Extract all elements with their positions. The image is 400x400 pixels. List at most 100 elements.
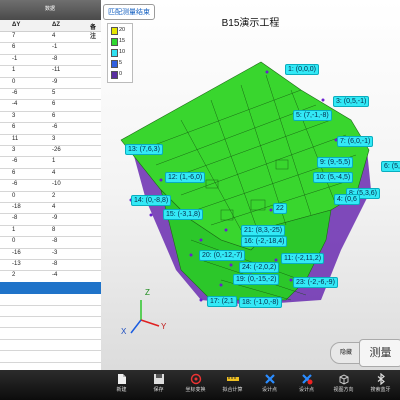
point-tag[interactable]: 12: (1,-6,0): [165, 172, 206, 183]
bluetooth-icon: [363, 373, 398, 385]
table-tab-bar: 数据: [0, 0, 101, 20]
table-cell: -1: [12, 55, 18, 62]
table-row[interactable]: [0, 350, 101, 363]
point-tag[interactable]: 24: (-2,0,2): [239, 262, 280, 273]
point-tag[interactable]: 19: (0,-15,-2): [233, 274, 280, 285]
toolbar-button-label: 拟合计算: [222, 387, 243, 393]
table-cell: 0: [12, 78, 16, 85]
toolbar-button[interactable]: 新建: [104, 370, 139, 400]
point-tag[interactable]: 3: (0,5,-1): [333, 96, 370, 107]
point-tag[interactable]: 13: (7,6,3): [125, 144, 163, 155]
table-cell: 5: [52, 90, 56, 96]
table-cell: 6: [12, 124, 16, 131]
toolbar-button[interactable]: 设计点: [252, 370, 287, 400]
bottom-toolbar: 新建 保存 坐标变换 拟合计算 设计点 设计点 视图方向 搜索蓝牙: [101, 370, 400, 400]
table-cell: 6: [52, 101, 56, 108]
toolbar-button-label: 视图方向: [333, 387, 354, 393]
table-cell: 2: [52, 192, 56, 199]
legend-swatch: [111, 27, 118, 35]
point-tag[interactable]: 5: (7,-1,-8): [293, 110, 332, 121]
legend-label: 10: [119, 49, 126, 55]
new-file-icon: [104, 373, 139, 385]
project-title: B15演示工程: [221, 18, 280, 29]
view-direction-icon: [326, 373, 361, 385]
point-tag[interactable]: 20: (0,-12,-7): [199, 250, 246, 261]
table-cell: -16: [12, 249, 21, 256]
table-cell: -8: [52, 55, 58, 62]
axis-y-label: Y: [161, 322, 167, 331]
point-tag[interactable]: 16: (-2,-18,4): [241, 236, 288, 247]
point-tag[interactable]: 10: (5,-4,5): [313, 172, 354, 183]
axis-z-label: Z: [145, 288, 150, 297]
point-tag[interactable]: 14: (0,-8,8): [131, 195, 172, 206]
table-cell: -10: [52, 181, 61, 188]
legend-swatch: [111, 38, 118, 46]
toolbar-button[interactable]: 设计点: [289, 370, 324, 400]
3d-viewport[interactable]: 匹配测量结束 B15演示工程 20 15 10 5 0 1: (0,0,0) 3: (0…: [101, 0, 400, 370]
point-tag[interactable]: 15: (-3,1,8): [163, 209, 204, 220]
legend-label: 5: [119, 60, 123, 66]
color-legend: 20 15 10 5 0: [107, 23, 133, 83]
table-cell: -6: [12, 90, 18, 96]
table-cell: 6: [12, 169, 16, 176]
table-cell: -26: [52, 147, 61, 153]
hide-panel-button[interactable]: 隐藏: [330, 342, 362, 364]
table-cell: 6: [12, 44, 16, 51]
table-cell: -8: [52, 238, 58, 245]
transform-icon: [178, 373, 213, 385]
table-cell: -6: [12, 181, 18, 188]
legend-swatch: [111, 71, 118, 79]
table-cell: 4: [52, 169, 56, 176]
point-tag[interactable]: 6: (5,0: [381, 161, 400, 172]
table-cell: 3: [12, 112, 16, 119]
table-cell: -6: [12, 158, 18, 165]
table-cell: -3: [52, 249, 58, 256]
toolbar-button[interactable]: 搜索蓝牙: [363, 370, 398, 400]
toolbar-button[interactable]: 坐标变换: [178, 370, 213, 400]
legend-label: 15: [119, 38, 126, 44]
point-tag[interactable]: 22: [273, 203, 287, 214]
legend-swatch: [111, 60, 118, 68]
legend-swatch: [111, 49, 118, 57]
fit-calc-icon: [215, 373, 250, 385]
table-cell: -1: [52, 44, 58, 51]
table-cell: -13: [12, 261, 21, 267]
toolbar-button-label: 设计点: [298, 387, 314, 393]
table-cell: -9: [52, 78, 58, 85]
point-tag[interactable]: 1: (0,0,0): [285, 64, 320, 75]
table-cell: 1: [52, 158, 56, 165]
table-cell: -4: [12, 101, 18, 108]
tab-data[interactable]: 数据: [45, 5, 55, 12]
table-cell: -18: [12, 204, 21, 210]
point-tag[interactable]: 4: (0,6: [334, 194, 360, 205]
point-tag[interactable]: 7: (6,0,-1): [337, 136, 374, 147]
point-tag[interactable]: 21: (8,3,-25): [241, 225, 286, 236]
measure-button[interactable]: 测量: [359, 339, 400, 367]
toolbar-button[interactable]: 视图方向: [326, 370, 361, 400]
point-tag[interactable]: 18: (-1,0,-8): [239, 297, 282, 308]
table-cell: 1: [12, 226, 16, 233]
point-tag[interactable]: 23: (-2,-6,-9): [293, 277, 338, 288]
toolbar-button-label: 保存: [153, 387, 164, 393]
column-header-dz: ΔZ: [52, 22, 60, 28]
table-cell: -11: [52, 67, 61, 74]
table-cell: 6: [52, 112, 56, 119]
table-cell: 7: [12, 33, 16, 39]
table-footer-bar: [0, 370, 101, 400]
table-cell: -4: [52, 272, 58, 279]
table-cell: 3: [12, 147, 16, 153]
toolbar-button[interactable]: 拟合计算: [215, 370, 250, 400]
table-cell: 1: [12, 67, 16, 74]
design-point-icon: [252, 373, 287, 385]
table-cell: 11: [12, 135, 19, 142]
point-tag[interactable]: 17: (2,1: [207, 296, 237, 307]
table-cell: 4: [52, 204, 56, 210]
delete-design-point-icon: [289, 373, 324, 385]
ship-block-model[interactable]: [101, 0, 400, 370]
point-tag[interactable]: 9: (9,-5,5): [317, 157, 354, 168]
table-cell: 3: [52, 135, 56, 142]
table-cell: -6: [52, 124, 58, 131]
point-tag[interactable]: 11: (-2,11,2): [281, 253, 325, 264]
axis-x-label: X: [121, 327, 127, 336]
toolbar-button[interactable]: 保存: [141, 370, 176, 400]
